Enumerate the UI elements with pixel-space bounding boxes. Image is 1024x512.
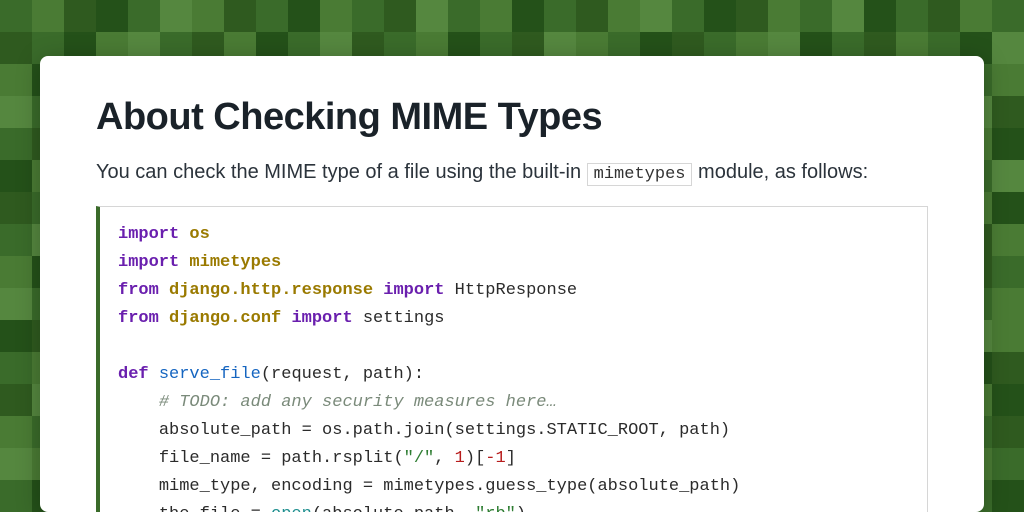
content-card: About Checking MIME Types You can check … xyxy=(40,56,984,512)
kw-import: import xyxy=(383,281,444,300)
inline-code-mimetypes: mimetypes xyxy=(587,163,693,186)
comment-todo: # TODO: add any security measures here… xyxy=(159,393,557,412)
kw-from: from xyxy=(118,281,159,300)
line-guess-type: mime_type, encoding = mimetypes.guess_ty… xyxy=(159,477,741,496)
mod-mimetypes: mimetypes xyxy=(189,253,281,272)
line-filename-a: file_name = path.rsplit( xyxy=(159,449,404,468)
str-slash: "/" xyxy=(404,449,435,468)
mod-django-conf: django.conf xyxy=(169,309,281,328)
fn-serve-file: serve_file xyxy=(159,365,261,384)
str-rb: "rb" xyxy=(475,505,516,512)
lead-text-post: module, as follows: xyxy=(692,161,868,183)
pixel-background: About Checking MIME Types You can check … xyxy=(0,0,1024,512)
mod-os: os xyxy=(189,225,209,244)
kw-import: import xyxy=(118,253,179,272)
import-httpresponse: HttpResponse xyxy=(444,281,577,300)
line-absolute-path: absolute_path = os.path.join(settings.ST… xyxy=(159,421,730,440)
kw-import: import xyxy=(118,225,179,244)
fn-sig: (request, path): xyxy=(261,365,424,384)
num-1: 1 xyxy=(455,449,465,468)
builtin-open: open xyxy=(271,505,312,512)
code-block: import os import mimetypes from django.h… xyxy=(96,206,928,512)
kw-from: from xyxy=(118,309,159,328)
mod-django-http: django.http.response xyxy=(169,281,373,300)
lead-text-pre: You can check the MIME type of a file us… xyxy=(96,161,587,183)
page-title: About Checking MIME Types xyxy=(96,96,928,139)
lead-paragraph: You can check the MIME type of a file us… xyxy=(96,161,928,184)
kw-def: def xyxy=(118,365,149,384)
kw-import: import xyxy=(291,309,352,328)
import-settings: settings xyxy=(353,309,445,328)
num-neg1: -1 xyxy=(485,449,505,468)
line-open-a: the_file = xyxy=(159,505,271,512)
